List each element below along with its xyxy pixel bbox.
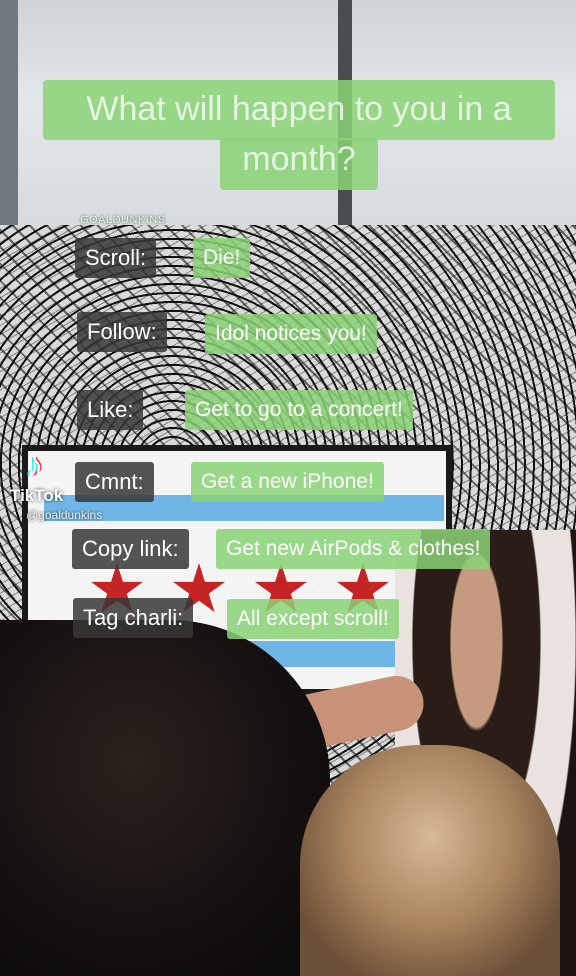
result-comment: Get a new iPhone!: [191, 462, 384, 502]
tiktok-handle: @goaldunkins: [26, 508, 103, 522]
background-person-dark-hair: [0, 620, 330, 976]
label-scroll: Scroll:: [75, 238, 157, 278]
label-tag-charli: Tag charli:: [73, 598, 194, 638]
video-frame[interactable]: GOALDUNKINS ♪ TikTok @goaldunkins What w…: [0, 0, 576, 976]
result-follow: Idol notices you!: [205, 314, 377, 354]
result-scroll: Die!: [193, 238, 251, 278]
result-like: Get to go to a concert!: [185, 390, 413, 430]
label-like: Like:: [77, 390, 144, 430]
label-copy-link: Copy link:: [72, 529, 189, 569]
background-window-frame: [0, 0, 18, 240]
video-title: What will happen to you in a month?: [86, 90, 512, 178]
result-tag-charli: All except scroll!: [227, 599, 399, 639]
label-follow: Follow:: [77, 312, 167, 352]
background-person-blonde: [300, 745, 560, 976]
label-comment: Cmnt:: [75, 462, 154, 502]
result-copy-link: Get new AirPods & clothes!: [216, 529, 491, 569]
creator-handle-small: GOALDUNKINS: [80, 214, 166, 226]
